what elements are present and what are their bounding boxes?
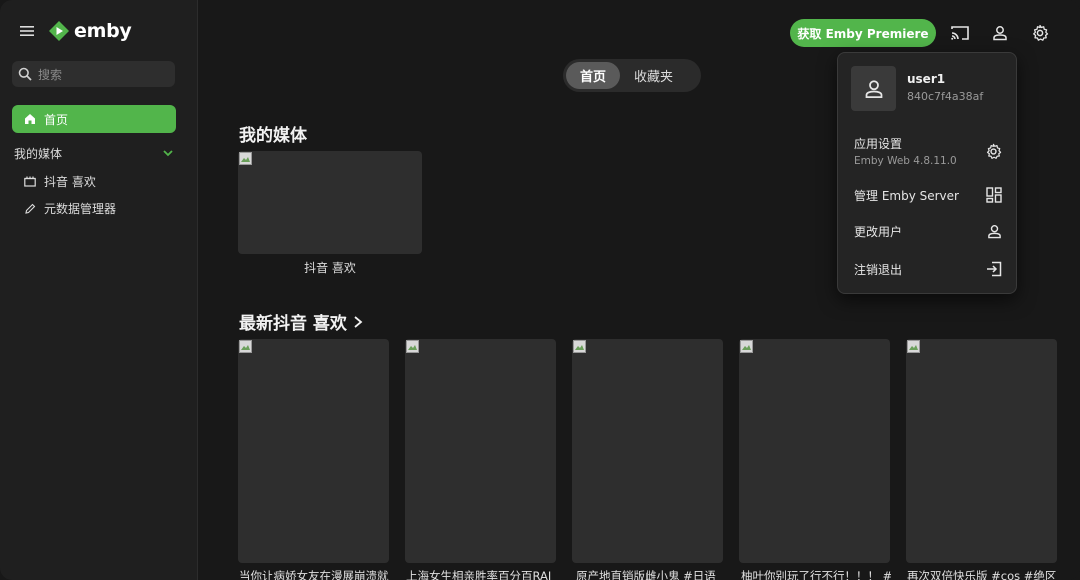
user-icon <box>865 79 882 98</box>
sidebar-item-label: 元数据管理器 <box>44 202 117 216</box>
chevron-right-icon <box>354 315 363 328</box>
library-card-image[interactable] <box>238 151 422 254</box>
sidebar-item-douyin-likes[interactable]: 抖音 喜欢 <box>24 173 96 190</box>
pencil-icon <box>25 203 36 214</box>
media-title[interactable]: 原产地直销版雌小鬼 #日语 <box>576 568 726 580</box>
menu-username: user1 <box>907 72 946 86</box>
logout-icon <box>987 261 1002 277</box>
media-thumbnail[interactable] <box>906 339 1057 563</box>
sidebar-item-label: 抖音 喜欢 <box>44 175 96 189</box>
sidebar-item-home-label: 首页 <box>44 112 69 127</box>
broken-image-icon <box>573 340 586 353</box>
broken-image-icon <box>406 340 419 353</box>
home-icon <box>25 114 35 124</box>
my-media-heading: 我的媒体 <box>239 126 307 146</box>
broken-image-icon <box>740 340 753 353</box>
view-tabs: 首页 收藏夹 <box>563 59 701 92</box>
user-menu: user1 840c7f4a38af 应用设置 Emby Web 4.8.11.… <box>837 52 1017 294</box>
cast-icon[interactable] <box>949 22 971 44</box>
gear-icon <box>986 143 1002 159</box>
menu-user-id: 840c7f4a38af <box>907 90 984 103</box>
sidebar-header: emby <box>18 20 132 42</box>
emby-logo-text: emby <box>74 20 132 42</box>
media-title[interactable]: 当你让病娇女友在漫展崩溃就 <box>239 568 389 580</box>
menu-item-label: 更改用户 <box>854 224 903 239</box>
tab-favorites[interactable]: 收藏夹 <box>620 62 687 89</box>
menu-item-label: 应用设置 <box>854 137 903 151</box>
app-window: emby 搜索 首页 我的媒体 抖音 喜欢 元数据管理器 获取 Emby Pre… <box>0 0 1080 580</box>
user-icon <box>988 224 1001 238</box>
menu-item-change-user[interactable]: 更改用户 <box>838 219 1018 243</box>
menu-item-manage-server[interactable]: 管理 Emby Server <box>838 183 1018 207</box>
dashboard-icon <box>986 187 1002 203</box>
search-placeholder: 搜索 <box>38 67 63 82</box>
sidebar-item-metadata-manager[interactable]: 元数据管理器 <box>24 200 116 217</box>
menu-item-version: Emby Web 4.8.11.0 <box>854 155 957 167</box>
avatar <box>851 66 896 111</box>
sidebar-section-label: 我的媒体 <box>14 146 63 161</box>
media-title[interactable]: 柚叶你别玩了行不行！！！ # <box>741 568 891 580</box>
emby-logo[interactable]: emby <box>48 20 132 42</box>
search-icon <box>18 67 32 81</box>
menu-item-label: 注销退出 <box>854 262 903 277</box>
search-input[interactable]: 搜索 <box>12 61 175 87</box>
media-thumbnail[interactable] <box>572 339 723 563</box>
tab-home[interactable]: 首页 <box>566 62 621 89</box>
emby-logo-icon <box>49 21 69 41</box>
menu-icon[interactable] <box>18 22 36 40</box>
library-card-label[interactable]: 抖音 喜欢 <box>238 259 422 276</box>
get-premiere-button[interactable]: 获取 Emby Premiere <box>790 19 936 47</box>
movie-icon <box>24 176 36 187</box>
broken-image-icon <box>239 152 252 165</box>
latest-heading-text: 最新抖音 喜欢 <box>239 314 347 334</box>
menu-item-logout[interactable]: 注销退出 <box>838 257 1018 281</box>
gear-icon[interactable] <box>1029 22 1051 44</box>
broken-image-icon <box>907 340 920 353</box>
sidebar-section-my-media[interactable]: 我的媒体 <box>14 145 174 161</box>
media-title[interactable]: 再次双倍快乐版 #cos #绝区 <box>907 568 1057 580</box>
media-thumbnail[interactable] <box>739 339 890 563</box>
media-thumbnail[interactable] <box>405 339 556 563</box>
sidebar: emby 搜索 首页 我的媒体 抖音 喜欢 元数据管理器 <box>0 0 198 580</box>
media-title[interactable]: 上海女生相亲胜率百分百RAI <box>406 568 556 580</box>
sidebar-item-home[interactable]: 首页 <box>12 105 176 133</box>
chevron-down-icon <box>163 150 173 157</box>
menu-item-label: 管理 Emby Server <box>854 188 959 203</box>
latest-section-heading[interactable]: 最新抖音 喜欢 <box>239 309 363 334</box>
broken-image-icon <box>239 340 252 353</box>
user-icon[interactable] <box>989 22 1011 44</box>
menu-item-app-settings[interactable]: 应用设置 Emby Web 4.8.11.0 <box>838 133 1018 169</box>
media-thumbnail[interactable] <box>238 339 389 563</box>
